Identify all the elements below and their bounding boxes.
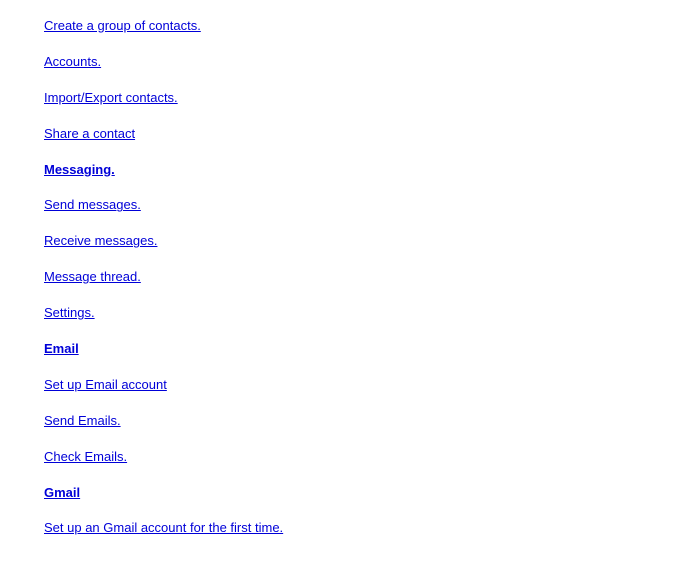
toc-link-send-messages[interactable]: Send messages. (44, 197, 141, 212)
toc-section-messaging[interactable]: Messaging. (44, 162, 115, 177)
toc-link-create-group[interactable]: Create a group of contacts. (44, 18, 201, 33)
toc-section-email[interactable]: Email (44, 341, 79, 356)
toc-link-send-emails[interactable]: Send Emails. (44, 413, 121, 428)
toc-link-check-emails[interactable]: Check Emails. (44, 449, 127, 464)
toc-link-import-export[interactable]: Import/Export contacts. (44, 90, 178, 105)
toc-link-setup-email[interactable]: Set up Email account (44, 377, 167, 392)
toc-link-message-thread[interactable]: Message thread. (44, 269, 141, 284)
toc-link-setup-gmail[interactable]: Set up an Gmail account for the first ti… (44, 520, 283, 535)
toc-link-share-contact[interactable]: Share a contact (44, 126, 135, 141)
toc-link-receive-messages[interactable]: Receive messages. (44, 233, 157, 248)
toc-link-accounts[interactable]: Accounts. (44, 54, 101, 69)
toc-link-settings[interactable]: Settings. (44, 305, 95, 320)
toc-section-gmail[interactable]: Gmail (44, 485, 80, 500)
